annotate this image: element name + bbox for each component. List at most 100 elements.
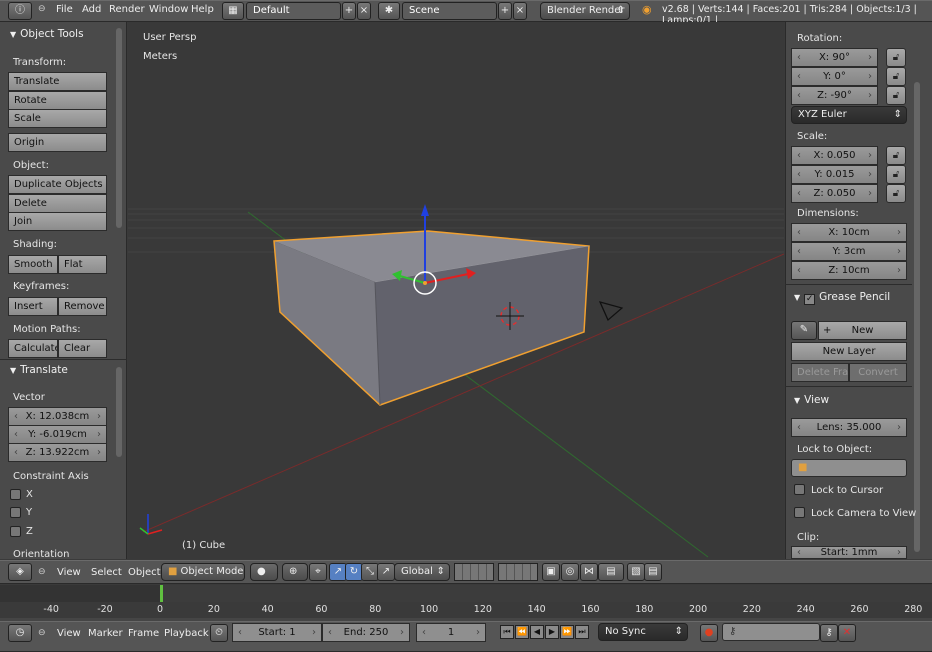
menu-timeline-view[interactable]: View — [57, 628, 81, 639]
play-reverse-icon[interactable]: ◀ — [530, 625, 544, 639]
calculate-button[interactable]: Calculate — [8, 339, 58, 358]
screen-layout-field[interactable]: Default — [246, 2, 341, 20]
scene-field[interactable]: Scene — [402, 2, 497, 20]
constraint-z-checkbox[interactable] — [10, 526, 21, 537]
render-preview-icon[interactable]: ▧ — [627, 563, 645, 581]
current-frame-indicator[interactable] — [160, 585, 163, 602]
lock-camera-checkbox[interactable] — [794, 507, 805, 518]
manipulator-extra-icon[interactable]: ↗ — [377, 563, 395, 581]
remove-layout-icon[interactable]: × — [357, 2, 371, 20]
menu-view[interactable]: View — [57, 567, 81, 578]
lock-rotation-x-icon[interactable]: 🔓︎ — [886, 48, 906, 67]
add-layout-icon[interactable]: + — [342, 2, 356, 20]
operator-scrollbar[interactable] — [116, 367, 122, 457]
editor-type-3d-icon[interactable]: ◈ — [8, 563, 32, 581]
pivot-point-dropdown[interactable]: ⊕ — [282, 563, 308, 581]
current-frame-field[interactable]: 1 — [416, 623, 486, 642]
editor-type-timeline-icon[interactable]: ◷ — [8, 624, 32, 642]
viewport-canvas[interactable] — [128, 22, 784, 559]
rotation-mode-dropdown[interactable]: XYZ Euler ⇕ — [791, 106, 907, 124]
scale-x-field[interactable]: X: 0.050 — [791, 146, 878, 165]
menu-help[interactable]: Help — [191, 4, 214, 15]
preview-range-icon[interactable]: ⏲ — [210, 624, 228, 642]
manipulator-toggle-icon[interactable]: ⌖ — [309, 563, 327, 581]
insert-keyframe-icon[interactable]: ⚷ — [820, 624, 838, 642]
rotate-button[interactable]: Rotate — [8, 91, 107, 110]
rotation-y-field[interactable]: Y: 0° — [791, 67, 878, 86]
mode-dropdown[interactable]: ■ Object Mode — [161, 563, 245, 581]
dimension-y-field[interactable]: Y: 3cm — [791, 242, 907, 261]
smooth-button[interactable]: Smooth — [8, 255, 58, 274]
menu-render[interactable]: Render — [109, 4, 145, 15]
menu-select[interactable]: Select — [91, 567, 122, 578]
menu-file[interactable]: File — [56, 4, 73, 15]
rotation-z-field[interactable]: Z: -90° — [791, 86, 878, 105]
new-grease-data-button[interactable]: + New — [818, 321, 907, 340]
lock-scale-z-icon[interactable]: 🔓︎ — [886, 184, 906, 203]
play-icon[interactable]: ▶ — [545, 625, 559, 639]
lock-to-cursor-checkbox[interactable] — [794, 484, 805, 495]
delete-button[interactable]: Delete — [8, 194, 107, 213]
join-button[interactable]: Join — [8, 212, 107, 231]
end-frame-field[interactable]: End: 250 — [322, 623, 410, 642]
scene-icon[interactable]: ✱ — [378, 2, 400, 20]
camera-icon[interactable] — [598, 301, 624, 321]
lock-scale-x-icon[interactable]: 🔓︎ — [886, 146, 906, 165]
properties-scrollbar[interactable] — [914, 82, 920, 552]
lens-field[interactable]: Lens: 35.000 — [791, 418, 907, 437]
render-engine-dropdown[interactable]: Blender Render ⇕ — [540, 2, 630, 20]
transform-orientation-dropdown[interactable]: Global ⇕ — [394, 563, 450, 581]
scale-z-field[interactable]: Z: 0.050 — [791, 184, 878, 203]
scale-y-field[interactable]: Y: 0.015 — [791, 165, 878, 184]
clear-button[interactable]: Clear — [58, 339, 107, 358]
delete-frame-button[interactable]: Delete Frame — [791, 363, 849, 382]
jump-start-icon[interactable]: ⏮ — [500, 625, 514, 639]
duplicate-objects-button[interactable]: Duplicate Objects — [8, 175, 107, 194]
proportional-edit-icon[interactable]: ◎ — [561, 563, 579, 581]
jump-end-icon[interactable]: ⏭ — [575, 625, 589, 639]
z-gizmo-head[interactable] — [421, 204, 429, 216]
menu-playback[interactable]: Playback — [164, 628, 209, 639]
cube-mesh[interactable] — [273, 230, 590, 406]
vector-z-field[interactable]: Z: 13.922cm — [8, 443, 107, 462]
lock-rotation-y-icon[interactable]: 🔓︎ — [886, 67, 906, 86]
clip-start-field[interactable]: Start: 1mm — [791, 546, 907, 559]
insert-keyframe-button[interactable]: Insert — [8, 297, 58, 316]
jump-keyframe-back-icon[interactable]: ⏪ — [515, 625, 529, 639]
viewport-shading-dropdown[interactable]: ● — [250, 563, 278, 581]
convert-button[interactable]: Convert — [849, 363, 907, 382]
lock-scale-y-icon[interactable]: 🔓︎ — [886, 165, 906, 184]
rotation-x-field[interactable]: X: 90° — [791, 48, 878, 67]
start-frame-field[interactable]: Start: 1 — [232, 623, 322, 642]
menu-frame[interactable]: Frame — [128, 628, 159, 639]
grease-pencil-header[interactable]: ▼ ✓ Grease Pencil — [794, 291, 890, 305]
grease-pencil-enable-checkbox[interactable]: ✓ — [804, 294, 816, 305]
translate-button[interactable]: Translate — [8, 72, 107, 91]
auto-keyframe-record-icon[interactable]: ● — [700, 624, 718, 642]
remove-keyframe-button[interactable]: Remove — [58, 297, 107, 316]
new-layer-button[interactable]: New Layer — [791, 342, 907, 361]
vector-x-field[interactable]: X: 12.038cm — [8, 407, 107, 426]
remove-scene-icon[interactable]: × — [513, 2, 527, 20]
constraint-x-checkbox[interactable] — [10, 489, 21, 500]
menu-object[interactable]: Object — [128, 567, 161, 578]
layer-lock-icon[interactable]: ▣ — [542, 563, 560, 581]
jump-keyframe-forward-icon[interactable]: ⏩ — [560, 625, 574, 639]
menu-window[interactable]: Window — [149, 4, 188, 15]
snap-toggle-icon[interactable]: ⋈ — [580, 563, 598, 581]
collapse-menu-icon[interactable]: ⊖ — [38, 567, 46, 577]
timeline-scrubber[interactable] — [0, 602, 932, 618]
collapse-menu-icon[interactable]: ⊖ — [38, 628, 46, 638]
delete-keyframe-icon[interactable]: ✕ — [838, 624, 856, 642]
3d-viewport[interactable]: User Persp Meters (1) Cube — [128, 22, 784, 559]
layers-grid-a[interactable] — [454, 563, 494, 581]
constraint-y-checkbox[interactable] — [10, 507, 21, 518]
dimension-z-field[interactable]: Z: 10cm — [791, 261, 907, 280]
menu-add[interactable]: Add — [82, 4, 101, 15]
tool-shelf-scrollbar[interactable] — [116, 28, 122, 228]
origin-button[interactable]: Origin — [8, 133, 107, 152]
keying-set-field[interactable]: ⚷ — [722, 623, 820, 641]
vector-y-field[interactable]: Y: -6.019cm — [8, 425, 107, 444]
view-panel-header[interactable]: ▼ View — [794, 394, 829, 406]
layers-grid-b[interactable] — [498, 563, 538, 581]
